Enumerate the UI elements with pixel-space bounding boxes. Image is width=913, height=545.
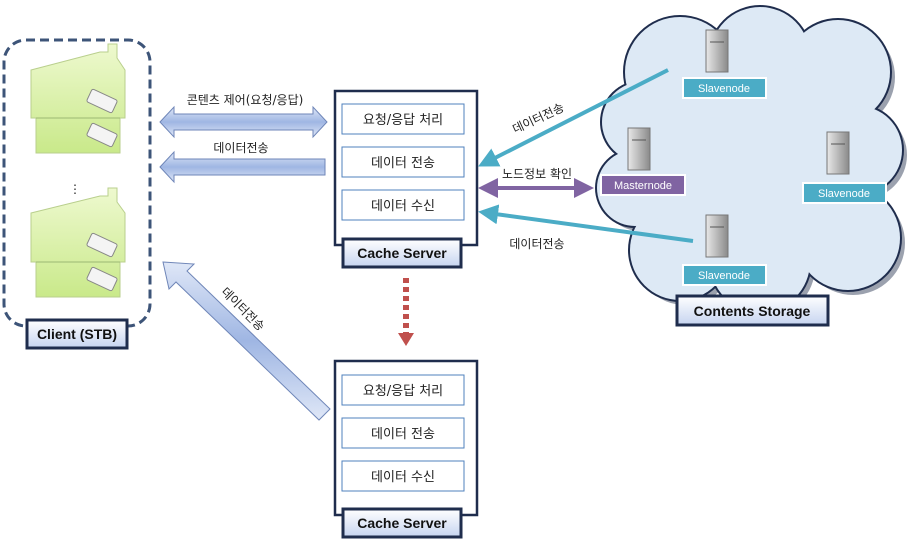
data-transfer-label: 데이터전송 [213, 141, 268, 155]
node-label: Slavenode [698, 83, 750, 95]
ellipsis: ⋮ [69, 182, 81, 196]
data-transfer-label-top: 데이터전송 [510, 100, 566, 136]
function-label: 데이터 수신 [371, 470, 435, 485]
diagonal-data-transfer-arrow: 데이터전송 [162, 261, 331, 421]
house-icon [30, 43, 126, 154]
server-icon [826, 131, 850, 175]
cache-server-2: 요청/응답 처리 데이터 전송 데이터 수신 Cache Server [333, 359, 479, 539]
node-label: Slavenode [698, 270, 750, 282]
replication-arrow [398, 278, 414, 346]
function-label: 데이터 전송 [371, 427, 435, 442]
server-icon [705, 214, 729, 258]
server-icon [705, 29, 729, 73]
node-label: Masternode [614, 180, 672, 192]
data-transfer-label-bottom: 데이터전송 [509, 237, 564, 251]
cache-server-label: Cache Server [357, 245, 447, 261]
function-label: 요청/응답 처리 [363, 384, 443, 399]
client-label: Client (STB) [37, 326, 117, 342]
content-control-label: 콘텐츠 제어(요청/응답) [187, 93, 304, 107]
cache-server-label: Cache Server [357, 515, 447, 531]
data-transfer-arrow: 데이터전송 [159, 141, 326, 184]
function-label: 데이터 전송 [371, 156, 435, 171]
client-group: ⋮ Client (STB) [2, 38, 152, 350]
node-label: Slavenode [818, 188, 870, 200]
node-info-label: 노드정보 확인 [502, 167, 572, 181]
cache-server-1: 요청/응답 처리 데이터 전송 데이터 수신 Cache Server [333, 89, 479, 269]
content-control-arrow: 콘텐츠 제어(요청/응답) [159, 93, 328, 139]
contents-storage-label: Contents Storage [694, 303, 811, 319]
function-label: 요청/응답 처리 [363, 113, 443, 128]
function-label: 데이터 수신 [371, 199, 435, 214]
house-icon [30, 187, 126, 298]
server-icon [627, 127, 651, 171]
architecture-diagram: ⋮ Client (STB) 콘텐츠 제어(요청/응답) 데이터전송 데이터전송… [2, 5, 907, 539]
